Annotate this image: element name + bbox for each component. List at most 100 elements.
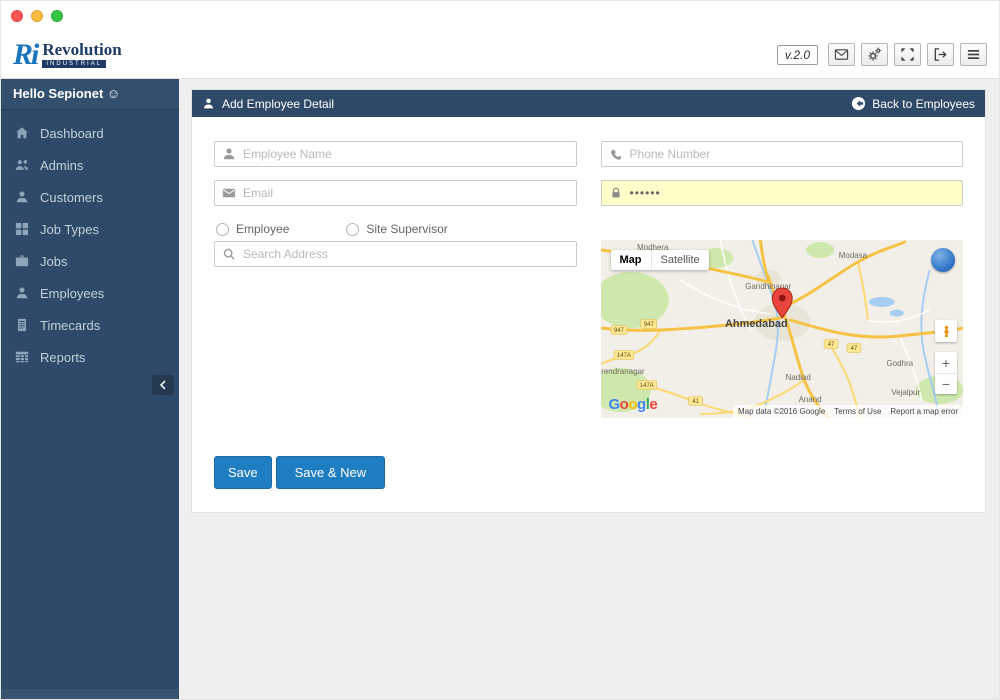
map-city-label: Vejalpur	[891, 388, 920, 397]
briefcase-icon	[15, 254, 29, 268]
users-icon	[15, 158, 29, 172]
gears-icon	[867, 47, 882, 62]
address-search-input[interactable]	[243, 242, 576, 266]
sidebar-item-dashboard[interactable]: Dashboard	[1, 117, 179, 149]
sidebar-item-label: Admins	[40, 158, 83, 173]
sidebar-item-admins[interactable]: Admins	[1, 149, 179, 181]
map-city-label: Modasa	[838, 251, 867, 260]
app-window: Ri Revolution INDUSTRIAL v.2.0	[0, 0, 1000, 700]
map-city-label: Ahmedabad	[725, 318, 788, 330]
map-city-label: Godhra	[886, 359, 913, 368]
phone-icon	[602, 147, 630, 161]
pegman-icon	[940, 324, 953, 339]
home-icon	[15, 126, 29, 140]
road-shield: 147A	[636, 381, 656, 390]
back-to-employees-button[interactable]: Back to Employees	[851, 96, 975, 111]
form-actions: Save Save & New	[214, 456, 963, 489]
phone-input[interactable]	[630, 142, 963, 166]
person-icon	[15, 286, 29, 300]
settings-button[interactable]	[861, 43, 888, 66]
zoom-out-button[interactable]: −	[935, 373, 957, 394]
road-shield: 47	[846, 344, 860, 353]
email-input[interactable]	[243, 181, 576, 205]
save-and-new-button[interactable]: Save & New	[276, 456, 386, 489]
logout-button[interactable]	[927, 43, 954, 66]
panel-body: Employee Site Supervisor	[192, 117, 985, 489]
header-actions: v.2.0	[777, 43, 987, 66]
panel-header: Add Employee Detail Back to Employees	[192, 90, 985, 117]
zoom-in-button[interactable]: +	[935, 352, 957, 373]
zoom-window-button[interactable]	[51, 10, 63, 22]
app-header: Ri Revolution INDUSTRIAL v.2.0	[1, 31, 999, 79]
person-add-icon	[202, 97, 215, 110]
employee-name-input[interactable]	[243, 142, 576, 166]
sidebar-item-customers[interactable]: Customers	[1, 181, 179, 213]
search-icon	[215, 247, 243, 261]
close-window-button[interactable]	[11, 10, 23, 22]
app-logo: Ri Revolution INDUSTRIAL	[13, 40, 122, 70]
map-attribution: Map data ©2016 Google Terms of Use Repor…	[733, 405, 963, 418]
chevron-left-icon	[159, 380, 167, 390]
map-account-icon[interactable]	[931, 248, 955, 272]
radio-label: Site Supervisor	[366, 222, 447, 236]
sidebar-item-job-types[interactable]: Job Types	[1, 213, 179, 245]
radio-label: Employee	[236, 222, 289, 236]
map-tab-satellite[interactable]: Satellite	[651, 250, 709, 270]
radio-circle[interactable]	[216, 223, 229, 236]
sidebar-item-timecards[interactable]: Timecards	[1, 309, 179, 341]
road-shield: 947	[610, 326, 626, 335]
sidebar-item-employees[interactable]: Employees	[1, 277, 179, 309]
logo-letter: e	[649, 396, 657, 413]
role-radio-group: Employee Site Supervisor	[216, 222, 577, 236]
timecard-icon	[15, 318, 29, 332]
back-circle-icon	[851, 96, 866, 111]
brand-name: Revolution	[42, 41, 121, 58]
sidebar-collapse-button[interactable]	[152, 375, 174, 395]
logo-letter: G	[609, 396, 620, 413]
map-tab-map[interactable]: Map	[611, 250, 651, 270]
sign-out-icon	[933, 47, 948, 62]
sidebar-item-jobs[interactable]: Jobs	[1, 245, 179, 277]
sidebar-item-label: Dashboard	[40, 126, 104, 141]
main-content: Add Employee Detail Back to Employees	[179, 79, 999, 699]
map: 947 947 147A	[601, 240, 964, 418]
radio-circle[interactable]	[346, 223, 359, 236]
expand-icon	[900, 47, 915, 62]
radio-site-supervisor[interactable]: Site Supervisor	[346, 222, 447, 236]
brand-tagline: INDUSTRIAL	[42, 60, 106, 68]
terms-of-use-link[interactable]: Terms of Use	[834, 407, 881, 416]
messages-button[interactable]	[828, 43, 855, 66]
sidebar-item-reports[interactable]: Reports	[1, 341, 179, 373]
logo-mark: Ri	[13, 40, 37, 70]
person-icon	[215, 147, 243, 161]
sidebar-nav: Dashboard Admins Customers Job Types Job…	[1, 110, 179, 373]
panel-title-group: Add Employee Detail	[202, 97, 334, 111]
minimize-window-button[interactable]	[31, 10, 43, 22]
envelope-icon	[215, 186, 243, 200]
map-data-attribution: Map data ©2016 Google	[738, 407, 825, 416]
road-shield: 41	[688, 397, 702, 406]
svg-text:47: 47	[850, 346, 857, 352]
version-badge: v.2.0	[777, 45, 818, 65]
map-type-control: Map Satellite	[611, 250, 709, 270]
sidebar-footer	[1, 689, 179, 699]
map-city-label: Nadiad	[785, 373, 810, 382]
password-input[interactable]	[630, 181, 963, 205]
mail-icon	[834, 47, 849, 62]
svg-text:47: 47	[827, 342, 834, 348]
sidebar-item-label: Jobs	[40, 254, 67, 269]
report-map-error-link[interactable]: Report a map error	[890, 407, 958, 416]
google-logo[interactable]: Google	[609, 396, 658, 413]
fullscreen-button[interactable]	[894, 43, 921, 66]
save-button[interactable]: Save	[214, 456, 272, 489]
pegman-control[interactable]	[935, 320, 957, 342]
radio-employee[interactable]: Employee	[216, 222, 289, 236]
svg-text:147A: 147A	[639, 383, 653, 389]
svg-text:41: 41	[692, 399, 699, 405]
address-search-group	[214, 241, 577, 267]
svg-text:947: 947	[643, 322, 654, 328]
road-shield: 947	[640, 320, 656, 329]
grid-icon	[15, 222, 29, 236]
menu-button[interactable]	[960, 43, 987, 66]
svg-text:147A: 147A	[616, 353, 630, 359]
